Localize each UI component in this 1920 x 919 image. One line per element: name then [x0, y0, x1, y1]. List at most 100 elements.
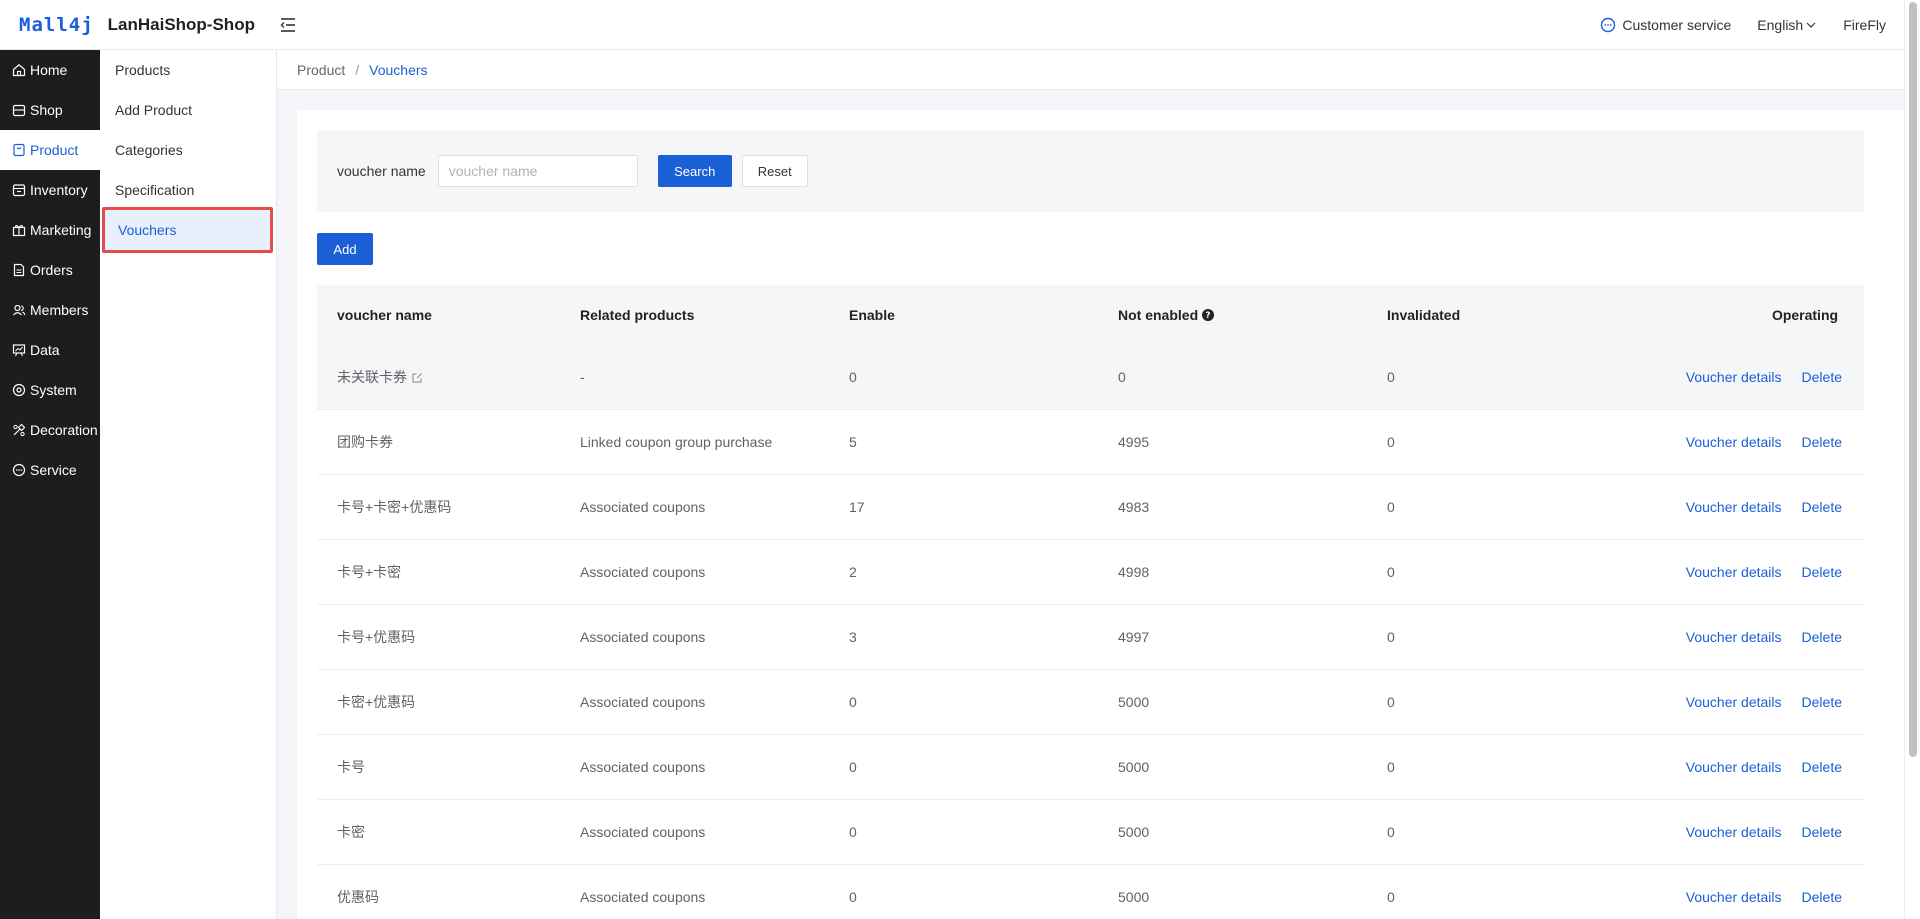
cell-enable: 0 [849, 759, 857, 775]
cell-operating: Voucher details Delete [1656, 369, 1864, 385]
logo[interactable]: Mall4j LanHaiShop-Shop [0, 14, 270, 36]
chevron-down-icon [1806, 22, 1816, 28]
voucher-details-link[interactable]: Voucher details [1686, 629, 1782, 645]
delete-link[interactable]: Delete [1802, 759, 1842, 775]
cell-related-products: - [580, 369, 585, 385]
page-scrollbar[interactable] [1904, 0, 1920, 919]
voucher-details-link[interactable]: Voucher details [1686, 369, 1782, 385]
delete-link[interactable]: Delete [1802, 369, 1842, 385]
cell-enable: 0 [849, 889, 857, 905]
submenu-item-add-product[interactable]: Add Product [100, 90, 276, 130]
sidebar-item-label: Members [30, 302, 89, 318]
cell-enable: 2 [849, 564, 857, 580]
cell-invalidated: 0 [1387, 694, 1395, 710]
cell-invalidated: 0 [1387, 369, 1395, 385]
sidebar-item-label: Service [30, 462, 77, 478]
voucher-details-link[interactable]: Voucher details [1686, 499, 1782, 515]
delete-link[interactable]: Delete [1802, 629, 1842, 645]
question-icon[interactable]: ? [1202, 309, 1215, 321]
scrollbar-thumb[interactable] [1909, 2, 1917, 757]
table-row: 卡号+卡密 Associated coupons 2 4998 0 Voucher det… [317, 540, 1864, 605]
service-icon [12, 463, 26, 477]
delete-link[interactable]: Delete [1802, 824, 1842, 840]
menu-fold-icon[interactable] [278, 15, 298, 35]
search-panel: voucher name Search Reset [317, 130, 1864, 212]
sidebar-item-label: Data [30, 342, 60, 358]
cell-operating: Voucher details Delete [1656, 434, 1864, 450]
table-row: 未关联卡券 - 0 0 0 Voucher details Delete [317, 345, 1864, 410]
delete-link[interactable]: Delete [1802, 889, 1842, 905]
edit-icon[interactable] [412, 372, 423, 383]
submenu-item-specification[interactable]: Specification [100, 170, 276, 210]
cell-invalidated: 0 [1387, 434, 1395, 450]
cell-operating: Voucher details Delete [1656, 629, 1864, 645]
cell-operating: Voucher details Delete [1656, 889, 1864, 905]
sidebar-item-data[interactable]: Data [0, 330, 100, 370]
logo-mark: Mall4j [19, 13, 94, 36]
voucher-name-input[interactable] [437, 155, 638, 187]
submenu-item-products[interactable]: Products [100, 50, 276, 90]
delete-link[interactable]: Delete [1802, 694, 1842, 710]
delete-link[interactable]: Delete [1802, 499, 1842, 515]
cell-not-enabled: 5000 [1118, 889, 1150, 905]
cell-not-enabled: 4998 [1118, 564, 1150, 580]
sidebar-item-product[interactable]: Product [0, 130, 100, 170]
voucher-name-text: 未关联卡券 [337, 369, 407, 385]
breadcrumb: Product / Vouchers [277, 50, 1904, 90]
sidebar-item-label: Marketing [30, 222, 92, 238]
cell-related-products: Associated coupons [580, 694, 706, 710]
cell-invalidated: 0 [1387, 759, 1395, 775]
cell-related-products: Linked coupon group purchase [580, 434, 773, 450]
voucher-details-link[interactable]: Voucher details [1686, 434, 1782, 450]
sidebar-item-inventory[interactable]: Inventory [0, 170, 100, 210]
sidebar-item-decoration[interactable]: Decoration [0, 410, 100, 450]
sidebar-item-shop[interactable]: Shop [0, 90, 100, 130]
table-row: 卡密 Associated coupons 0 5000 0 Voucher detail… [317, 800, 1864, 865]
reset-button[interactable]: Reset [741, 155, 808, 187]
submenu-item-vouchers[interactable]: Vouchers [102, 207, 273, 253]
cell-operating: Voucher details Delete [1656, 564, 1864, 580]
column-header-name: voucher name [337, 307, 432, 323]
sidebar-item-orders[interactable]: Orders [0, 250, 100, 290]
language-select[interactable]: English [1757, 17, 1817, 33]
cell-not-enabled: 5000 [1118, 759, 1150, 775]
sidebar-item-marketing[interactable]: Marketing [0, 210, 100, 250]
breadcrumb-current: Vouchers [369, 61, 428, 78]
sidebar-item-label: Home [30, 62, 68, 78]
customer-service-button[interactable]: Customer service [1600, 17, 1731, 33]
sidebar-item-label: Orders [30, 262, 73, 278]
sidebar-item-system[interactable]: System [0, 370, 100, 410]
cell-not-enabled: 4997 [1118, 629, 1150, 645]
main-sidebar: Home Shop Product Inventory Marketing Or… [0, 50, 100, 919]
cell-voucher-name: 未关联卡券 [317, 367, 580, 387]
add-button[interactable]: Add [317, 233, 373, 265]
cell-invalidated: 0 [1387, 889, 1395, 905]
chat-icon [1601, 17, 1616, 33]
product-icon [13, 143, 25, 157]
table-row: 卡号+卡密+优惠码 Associated coupons 17 4983 0 Vouche… [317, 475, 1864, 540]
table-row: 优惠码 Associated coupons 0 5000 0 Voucher detai… [317, 865, 1864, 919]
orders-icon [13, 263, 25, 277]
shop-title: LanHaiShop-Shop [107, 14, 255, 34]
voucher-details-link[interactable]: Voucher details [1686, 759, 1782, 775]
sidebar-item-service[interactable]: Service [0, 450, 100, 490]
voucher-details-link[interactable]: Voucher details [1686, 564, 1782, 580]
breadcrumb-parent[interactable]: Product [297, 62, 345, 78]
sidebar-item-members[interactable]: Members [0, 290, 100, 330]
search-button[interactable]: Search [657, 155, 732, 187]
voucher-name-text: 卡号+卡密+优惠码 [337, 499, 452, 515]
delete-link[interactable]: Delete [1802, 564, 1842, 580]
voucher-name-text: 团购卡券 [337, 434, 393, 450]
svg-text:?: ? [1206, 311, 1211, 321]
submenu-item-categories[interactable]: Categories [100, 130, 276, 170]
cell-enable: 0 [849, 694, 857, 710]
user-menu[interactable]: FireFly [1843, 17, 1886, 33]
search-label: voucher name [337, 163, 426, 179]
cell-related-products: Associated coupons [580, 629, 706, 645]
sidebar-item-home[interactable]: Home [0, 50, 100, 90]
voucher-details-link[interactable]: Voucher details [1686, 889, 1782, 905]
voucher-details-link[interactable]: Voucher details [1686, 824, 1782, 840]
cell-not-enabled: 0 [1118, 369, 1126, 385]
voucher-details-link[interactable]: Voucher details [1686, 694, 1782, 710]
delete-link[interactable]: Delete [1802, 434, 1842, 450]
